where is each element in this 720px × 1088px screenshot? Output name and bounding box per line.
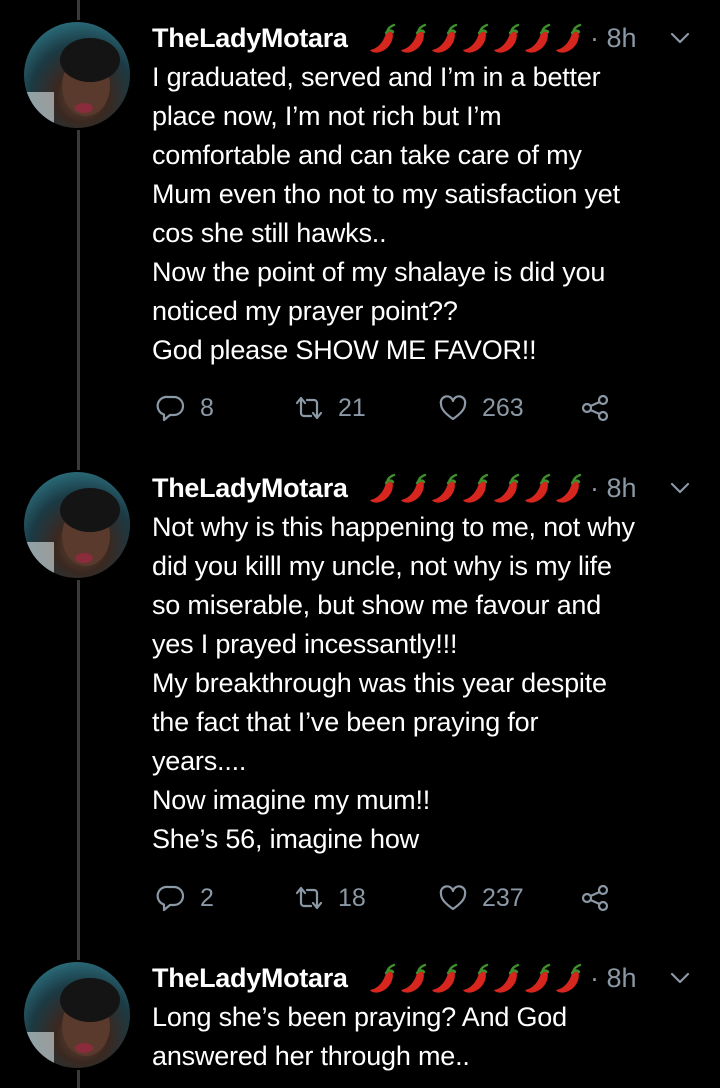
reply-icon	[156, 885, 185, 912]
tweet[interactable]: TheLadyMotara · 8h Long she’s been prayi…	[0, 950, 720, 1088]
heart-icon	[439, 885, 467, 911]
like-count: 263	[482, 393, 524, 422]
tweet[interactable]: TheLadyMotara · 8h I graduated, served a…	[0, 0, 720, 460]
chili-pepper-icon	[525, 23, 551, 53]
tweet-actions: 2 18 237	[156, 880, 676, 916]
chili-pepper-icon	[463, 963, 489, 993]
display-name[interactable]: TheLadyMotara	[152, 18, 348, 58]
chili-pepper-icon	[556, 23, 582, 53]
share-icon	[581, 884, 609, 912]
avatar[interactable]	[24, 472, 130, 578]
chili-pepper-icons	[368, 472, 589, 506]
retweet-count: 21	[338, 393, 366, 422]
heart-icon	[439, 395, 467, 421]
chevron-down-icon[interactable]	[668, 966, 692, 990]
chili-pepper-icon	[556, 473, 582, 503]
retweet-icon	[295, 886, 323, 910]
chili-pepper-icon	[432, 473, 458, 503]
display-name[interactable]: TheLadyMotara	[152, 958, 348, 998]
chili-pepper-icon	[525, 473, 551, 503]
chili-pepper-icon	[463, 473, 489, 503]
avatar[interactable]	[24, 962, 130, 1068]
like-button[interactable]: 237	[438, 880, 524, 916]
share-icon	[581, 394, 609, 422]
chevron-down-icon[interactable]	[668, 26, 692, 50]
tweet[interactable]: TheLadyMotara · 8h Not why is this happe…	[0, 460, 720, 960]
tweet-text: Not why is this happening to me, not why…	[152, 512, 635, 854]
like-button[interactable]: 263	[438, 390, 524, 426]
reply-button[interactable]: 2	[156, 880, 214, 916]
retweet-button[interactable]: 21	[294, 390, 366, 426]
reply-icon	[156, 395, 185, 422]
chili-pepper-icon	[525, 963, 551, 993]
tweet-text: I graduated, served and I’m in a better …	[152, 62, 620, 365]
share-button[interactable]	[580, 390, 610, 426]
like-count: 237	[482, 883, 524, 912]
chili-pepper-icon	[556, 963, 582, 993]
chili-pepper-icon	[401, 963, 427, 993]
chili-pepper-icon	[432, 23, 458, 53]
retweet-icon	[295, 396, 323, 420]
share-button[interactable]	[580, 880, 610, 916]
chili-pepper-icons	[368, 22, 589, 56]
retweet-count: 18	[338, 883, 366, 912]
chili-pepper-icon	[494, 963, 520, 993]
chili-pepper-icon	[494, 473, 520, 503]
chili-pepper-icon	[401, 23, 427, 53]
chili-pepper-icon	[401, 473, 427, 503]
timestamp[interactable]: · 8h	[590, 958, 637, 998]
chili-pepper-icon	[432, 963, 458, 993]
tweet-text: Long she’s been praying? And God answere…	[152, 1002, 567, 1071]
tweet-actions: 8 21 263	[156, 390, 676, 426]
chili-pepper-icon	[370, 963, 396, 993]
display-name[interactable]: TheLadyMotara	[152, 468, 348, 508]
chili-pepper-icon	[370, 473, 396, 503]
retweet-button[interactable]: 18	[294, 880, 366, 916]
reply-count: 2	[200, 883, 214, 912]
reply-count: 8	[200, 393, 214, 422]
chili-pepper-icon	[370, 23, 396, 53]
reply-button[interactable]: 8	[156, 390, 214, 426]
timestamp[interactable]: · 8h	[590, 468, 637, 508]
avatar[interactable]	[24, 22, 130, 128]
chili-pepper-icons	[368, 962, 589, 996]
chili-pepper-icon	[494, 23, 520, 53]
chili-pepper-icon	[463, 23, 489, 53]
chevron-down-icon[interactable]	[668, 476, 692, 500]
timestamp[interactable]: · 8h	[590, 18, 637, 58]
